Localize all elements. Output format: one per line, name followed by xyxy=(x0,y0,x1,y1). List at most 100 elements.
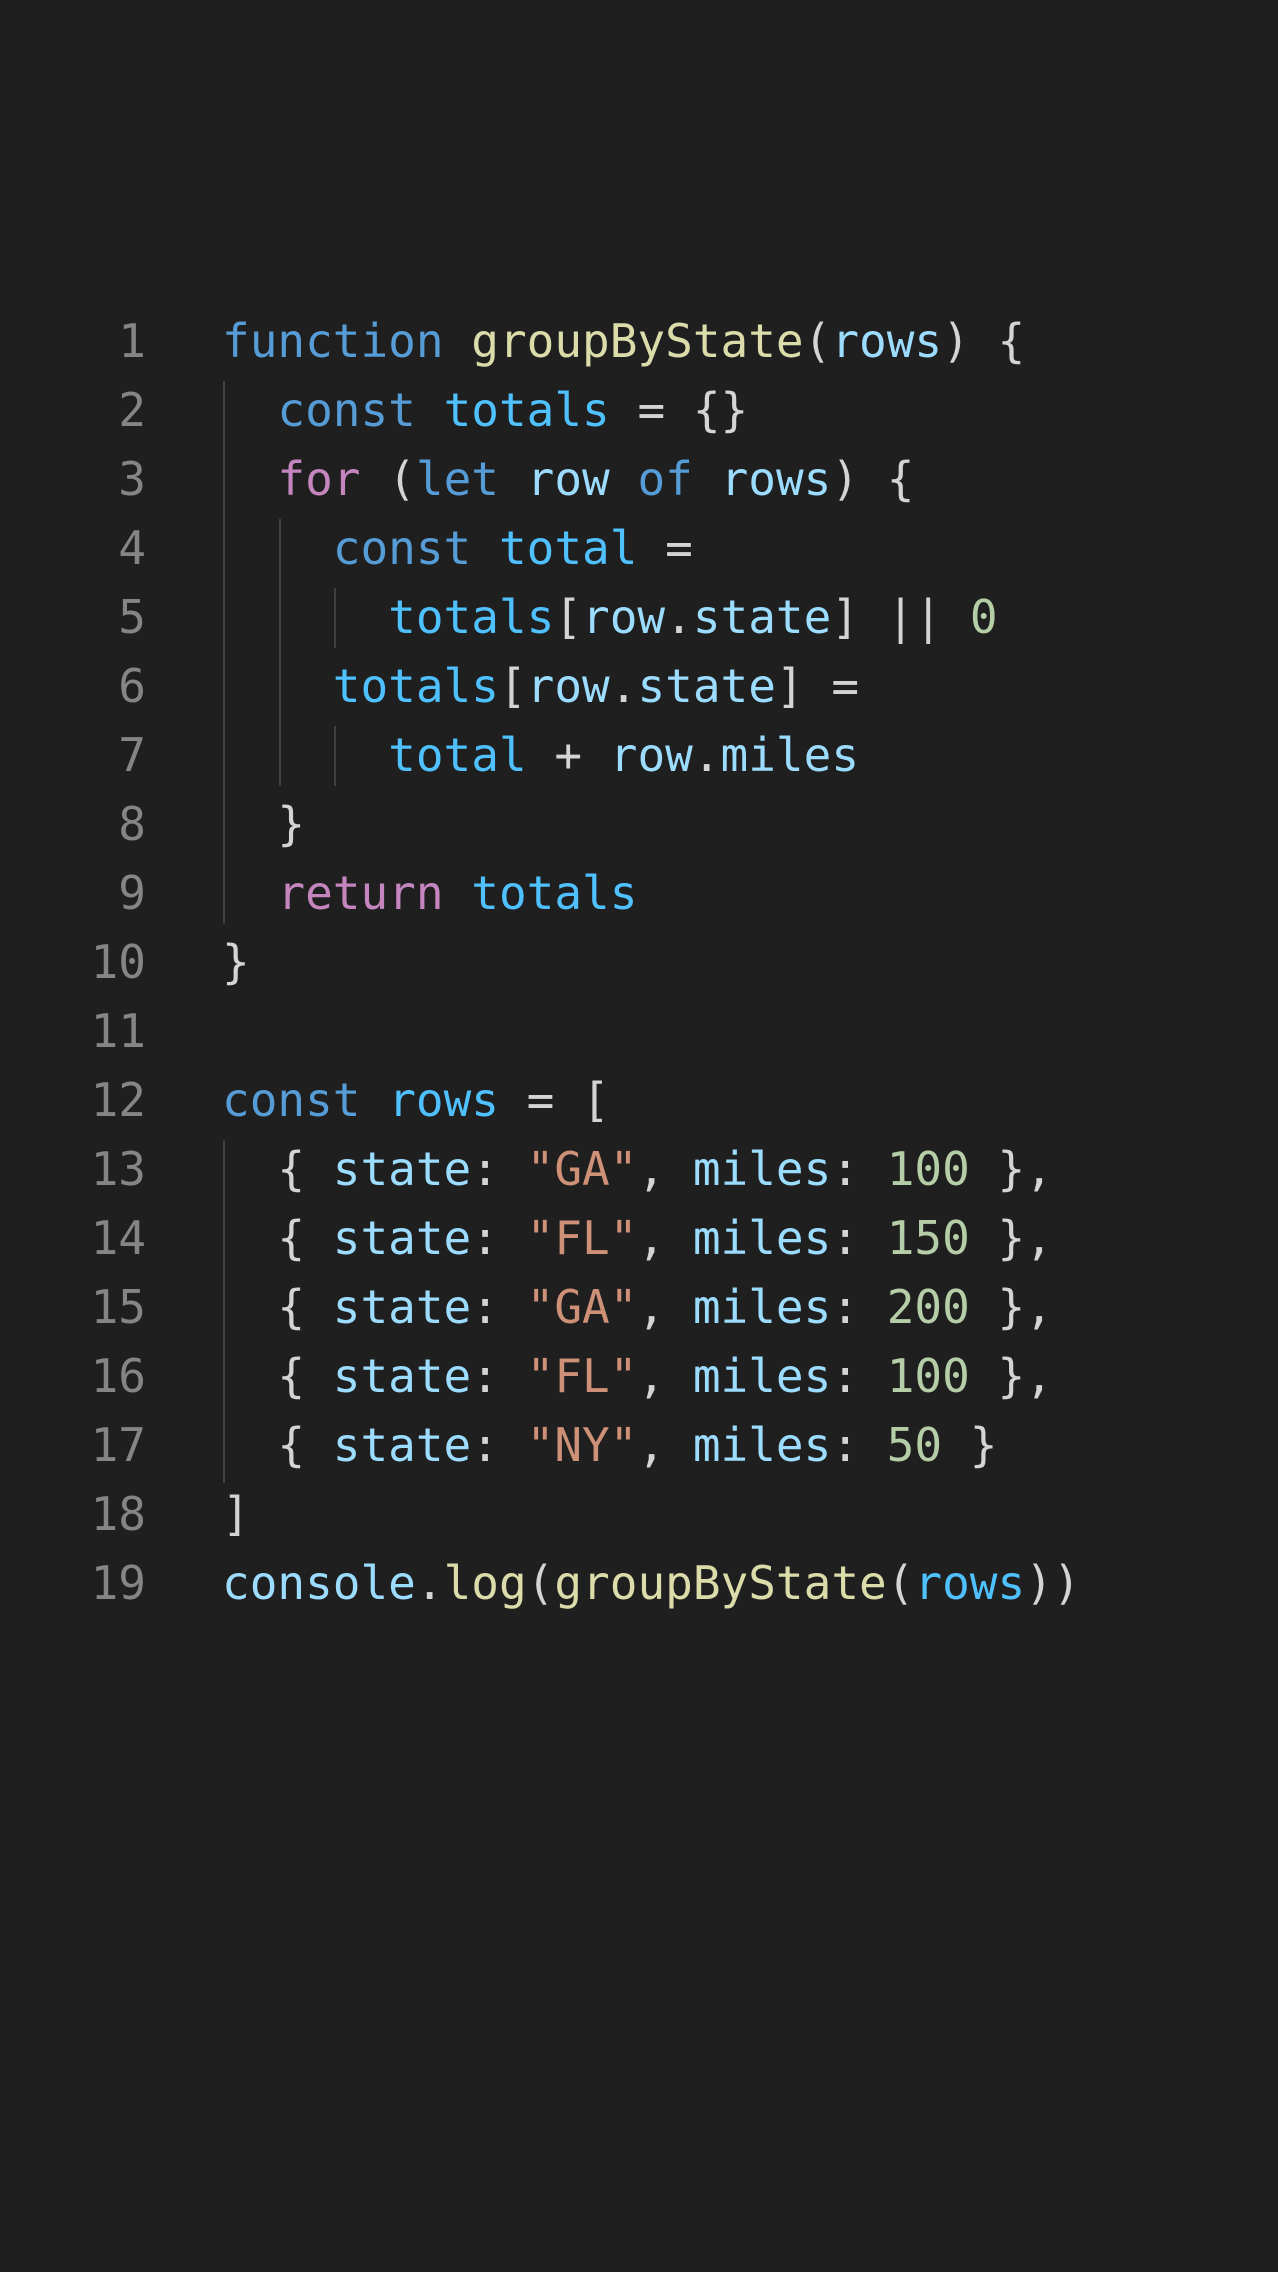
code-token: ) { xyxy=(831,452,915,506)
code-token: state xyxy=(637,659,776,713)
code-token: } xyxy=(222,797,306,851)
code-text: totals[row.state] || 0 xyxy=(222,583,998,652)
line-number: 16 xyxy=(90,1349,146,1403)
line-number: 17 xyxy=(90,1418,146,1472)
code-token: : xyxy=(831,1280,887,1334)
code-line[interactable]: 5 totals[row.state] || 0 xyxy=(0,583,1278,652)
code-line[interactable]: 19 console.log(groupByState(rows)) xyxy=(0,1549,1278,1618)
line-number: 2 xyxy=(118,383,146,437)
code-token: 0 xyxy=(969,590,998,644)
code-token: ] = xyxy=(775,659,860,713)
code-token: "GA" xyxy=(526,1142,638,1196)
code-token: : xyxy=(831,1142,887,1196)
code-token: { xyxy=(222,1418,333,1472)
code-token: }, xyxy=(969,1349,1053,1403)
code-line[interactable]: 15 { state: "GA", miles: 200 }, xyxy=(0,1273,1278,1342)
code-token: = {} xyxy=(609,383,749,437)
code-line[interactable]: 14 { state: "FL", miles: 150 }, xyxy=(0,1204,1278,1273)
code-token: groupByState xyxy=(554,1556,887,1610)
code-token: groupByState xyxy=(471,314,804,368)
code-line[interactable]: 13 { state: "GA", miles: 100 }, xyxy=(0,1135,1278,1204)
code-token: : xyxy=(831,1418,887,1472)
code-token: 200 xyxy=(886,1280,970,1334)
code-token: miles xyxy=(692,1418,832,1472)
code-line[interactable]: 16 { state: "FL", miles: 100 }, xyxy=(0,1342,1278,1411)
code-token: ) { xyxy=(942,314,1026,368)
code-token: = xyxy=(637,521,693,575)
code-token: "GA" xyxy=(526,1280,638,1334)
code-token: ( xyxy=(360,452,416,506)
code-editor[interactable]: 1 function groupByState(rows) {2 const to… xyxy=(0,307,1278,1623)
code-token: , xyxy=(637,1211,693,1265)
code-line[interactable]: 4 const total = xyxy=(0,514,1278,583)
code-text: const rows = [ xyxy=(222,1066,610,1135)
code-token: totals xyxy=(443,383,610,437)
code-token: { xyxy=(222,1280,333,1334)
code-text: { state: "FL", miles: 150 }, xyxy=(222,1204,1053,1273)
code-token: . xyxy=(609,659,638,713)
code-text: { state: "GA", miles: 100 }, xyxy=(222,1135,1053,1204)
code-token: console xyxy=(222,1556,416,1610)
code-token: rows xyxy=(831,314,943,368)
code-token: }, xyxy=(969,1211,1053,1265)
line-number: 14 xyxy=(90,1211,146,1265)
code-token: : xyxy=(471,1349,527,1403)
code-line[interactable]: 6 totals[row.state] = xyxy=(0,652,1278,721)
code-token: : xyxy=(471,1211,527,1265)
code-token: ] || xyxy=(831,590,970,644)
code-token: }, xyxy=(969,1142,1053,1196)
code-text: const totals = {} xyxy=(222,376,748,445)
code-token: ] xyxy=(222,1487,250,1541)
code-line[interactable]: 11 xyxy=(0,997,1278,1066)
line-number: 12 xyxy=(90,1073,146,1127)
code-token: row xyxy=(582,590,666,644)
code-token: . xyxy=(665,590,693,644)
code-line[interactable]: 1 function groupByState(rows) { xyxy=(0,307,1278,376)
code-token: log xyxy=(443,1556,527,1610)
code-token: , xyxy=(637,1349,693,1403)
code-line[interactable]: 10} xyxy=(0,928,1278,997)
code-line[interactable]: 8 } xyxy=(0,790,1278,859)
code-line[interactable]: 7 total + row.miles xyxy=(0,721,1278,790)
code-line[interactable]: 12 const rows = [ xyxy=(0,1066,1278,1135)
code-token: row xyxy=(609,728,693,782)
line-number: 8 xyxy=(118,797,146,851)
code-text: total + row.miles xyxy=(222,721,859,790)
code-token: state xyxy=(332,1349,472,1403)
code-token: let xyxy=(415,452,499,506)
code-token: rows xyxy=(388,1073,499,1127)
code-token: } xyxy=(942,1418,998,1472)
code-line[interactable]: 2 const totals = {} xyxy=(0,376,1278,445)
code-line[interactable]: 18] xyxy=(0,1480,1278,1549)
code-text: totals[row.state] = xyxy=(222,652,859,721)
code-text: { state: "FL", miles: 100 }, xyxy=(222,1342,1053,1411)
code-text: function groupByState(rows) { xyxy=(222,307,1025,376)
code-token: [ xyxy=(554,590,583,644)
line-number: 5 xyxy=(118,590,146,644)
code-token: , xyxy=(637,1280,693,1334)
code-line[interactable]: 9 return totals xyxy=(0,859,1278,928)
code-text: { state: "NY", miles: 50 } xyxy=(222,1411,997,1480)
code-line[interactable]: 3 for (let row of rows) { xyxy=(0,445,1278,514)
code-line[interactable]: 17 { state: "NY", miles: 50 } xyxy=(0,1411,1278,1480)
code-token: }, xyxy=(969,1280,1053,1334)
code-token: "FL" xyxy=(526,1211,638,1265)
code-text: } xyxy=(222,790,305,859)
code-token: const xyxy=(222,1073,361,1127)
code-token: state xyxy=(332,1142,472,1196)
code-text: console.log(groupByState(rows)) xyxy=(222,1549,1081,1618)
code-text: ] xyxy=(222,1480,250,1549)
code-token: row xyxy=(526,659,610,713)
code-token: { xyxy=(222,1142,333,1196)
code-text: const total = xyxy=(222,514,693,583)
